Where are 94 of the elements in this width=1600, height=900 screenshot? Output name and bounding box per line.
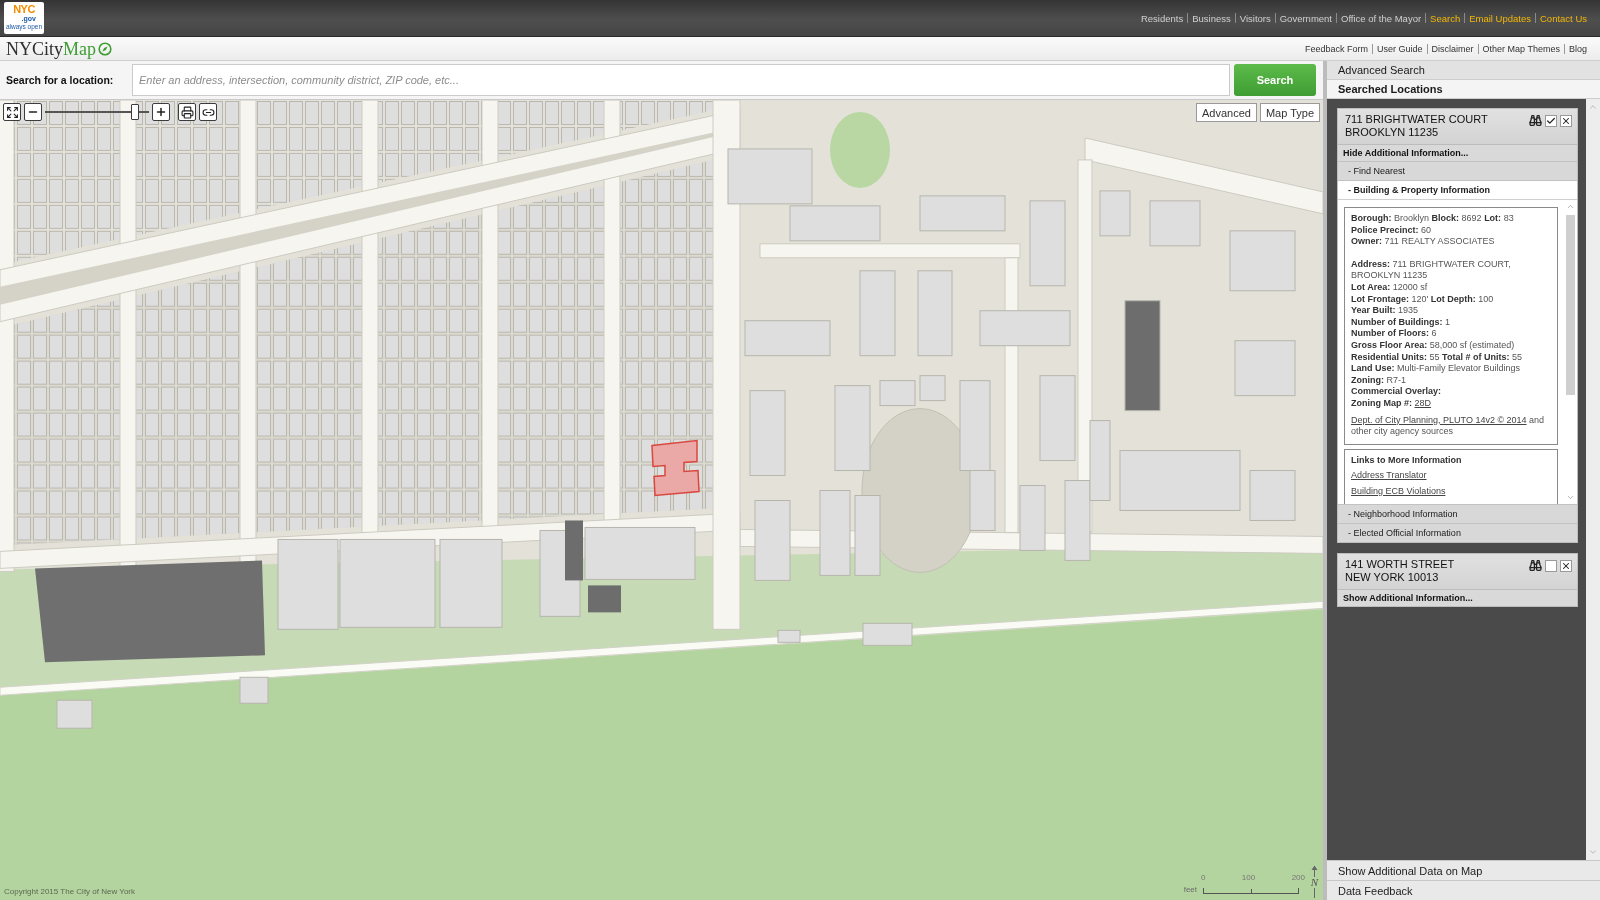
checkbox[interactable] — [1545, 559, 1557, 572]
info-link[interactable]: 28D — [1414, 397, 1432, 408]
checkbox[interactable] — [1545, 114, 1557, 127]
property-detail: Land Use: Multi-Family Elevator Buildings — [1351, 363, 1522, 375]
building — [1099, 190, 1131, 237]
nav-link[interactable]: Government — [1275, 12, 1336, 24]
nav-link[interactable]: Search — [1426, 12, 1465, 24]
section-header[interactable]: - Find Nearest — [1338, 161, 1577, 180]
scale-label: 0 — [1201, 873, 1206, 882]
property-detail: Number of Floors: 6 — [1351, 328, 1438, 340]
utility-link[interactable]: Disclaimer — [1427, 43, 1478, 54]
map-button[interactable]: Map Type — [1259, 103, 1320, 122]
utility-link[interactable]: Blog — [1565, 43, 1591, 54]
scale-label: 100 — [1241, 873, 1256, 882]
nav-link[interactable]: Email Updates — [1465, 12, 1535, 24]
zoom-out-button[interactable] — [24, 103, 42, 121]
zoom-slider[interactable] — [45, 103, 149, 121]
info-toggle[interactable]: Show Additional Information... — [1338, 589, 1577, 606]
north-arrow-icon — [1310, 865, 1318, 877]
building — [862, 622, 913, 646]
panel-section-header[interactable]: Advanced Search — [1327, 61, 1600, 80]
building — [1234, 340, 1296, 397]
property-detail: Gross Floor Area: 58,000 sf (estimated) — [1351, 339, 1516, 352]
printer-icon — [180, 105, 194, 119]
property-detail: Lot Area: 12000 sf — [1351, 281, 1429, 294]
property-detail: Commercial Overlay: — [1351, 386, 1443, 398]
scrollbar-thumb[interactable] — [1566, 215, 1575, 395]
property-detail: Lot Frontage: 120' Lot Depth: 100 — [1351, 293, 1495, 306]
map-button[interactable]: Advanced — [1195, 103, 1257, 122]
property-detail: Number of Buildings: 1 — [1351, 316, 1452, 329]
property-detail: Year Built: 1935 — [1351, 305, 1420, 317]
expand-icon — [5, 105, 19, 119]
utility-link[interactable]: Feedback Form — [1301, 43, 1373, 54]
search-label: Search for a location: — [6, 74, 115, 86]
nav-link[interactable]: Contact Us — [1536, 12, 1591, 24]
nav-link[interactable]: Office of the Mayor — [1337, 12, 1426, 24]
building — [1019, 485, 1046, 551]
scale-label: 200 — [1291, 873, 1305, 882]
binoculars-icon[interactable] — [1529, 114, 1542, 127]
binoculars-icon[interactable] — [1529, 559, 1542, 572]
property-detail: Zoning Map #: 28D — [1351, 397, 1433, 410]
data-source-note: Dept. of City Planning, PLUTO 14v2 © 2014 and other city agency sources — [1351, 414, 1546, 438]
building — [588, 585, 621, 613]
nav-link[interactable]: Business — [1188, 12, 1235, 24]
search-field[interactable]: Enter an address, intersection, community district, ZIP code, etc... — [132, 64, 1230, 96]
nav-link[interactable]: Residents — [1136, 12, 1188, 24]
close-icon — [1561, 560, 1571, 571]
plus-icon — [155, 106, 167, 118]
panel-footer-link[interactable]: Data Feedback — [1327, 880, 1600, 900]
building — [919, 375, 946, 402]
building — [879, 380, 916, 407]
copyright-text: Copyright 2015 The City of New York — [4, 887, 136, 896]
panel-footer-link[interactable]: Show Additional Data on Map — [1327, 860, 1600, 880]
section-header[interactable]: - Building & Property Information — [1338, 180, 1577, 199]
building — [1249, 470, 1296, 521]
info-link[interactable]: Building ECB Violations — [1351, 485, 1446, 496]
zoom-in-button[interactable] — [152, 103, 170, 121]
property-detail: Residential Units: 55 Total # of Units: 55 — [1351, 351, 1523, 364]
close-button[interactable] — [1560, 559, 1572, 572]
location-address: 711 BRIGHTWATER COURT BROOKLYN 11235 — [1345, 113, 1488, 140]
links-heading: Links to More Information — [1351, 454, 1463, 467]
check-icon — [1546, 115, 1556, 126]
location-address: 141 WORTH STREET NEW YORK 10013 — [1345, 558, 1455, 585]
print-button[interactable] — [178, 103, 196, 121]
property-detail: Police Precinct: 60 — [1351, 224, 1433, 237]
link-button[interactable] — [199, 103, 217, 121]
property-detail: Owner: 711 REALTY ASSOCIATES — [1351, 236, 1496, 248]
scale-unit: feet — [1183, 885, 1197, 894]
building — [1229, 230, 1296, 292]
section-header[interactable]: - Elected Official Information — [1338, 523, 1577, 542]
info-toggle[interactable]: Hide Additional Information... — [1338, 144, 1577, 161]
building — [777, 629, 801, 643]
building — [56, 699, 93, 729]
compass-icon — [98, 41, 112, 56]
slider-thumb[interactable] — [131, 104, 140, 120]
property-detail: Address: 711 BRIGHTWATER COURT, BROOKLYN 11235 — [1351, 258, 1512, 282]
nav-link[interactable]: Visitors — [1235, 12, 1275, 24]
north-label: N — [1310, 877, 1318, 888]
utility-link[interactable]: User Guide — [1373, 43, 1427, 54]
building — [239, 676, 269, 704]
highlighted-parcel — [651, 439, 700, 497]
info-link[interactable]: Dept. of City Planning, PLUTO 14v2 © 2014 — [1351, 414, 1527, 425]
property-detail: Borough: Brooklyn Block: 8692 Lot: 83 — [1351, 213, 1515, 225]
full-extent-button[interactable] — [3, 103, 21, 121]
utility-link[interactable]: Other Map Themes — [1478, 43, 1564, 54]
logo-mark: NYC — [13, 4, 35, 15]
info-link[interactable]: Address Translator — [1351, 470, 1427, 481]
property-detail: Zoning: R7-1 — [1351, 374, 1408, 387]
close-button[interactable] — [1560, 114, 1572, 127]
building — [1149, 200, 1201, 247]
panel-section-header[interactable]: Searched Locations — [1327, 80, 1600, 99]
section-header[interactable]: - Neighborhood Information — [1338, 504, 1577, 523]
site-logo[interactable]: NYCityMap — [6, 38, 96, 59]
close-icon — [1561, 115, 1571, 126]
